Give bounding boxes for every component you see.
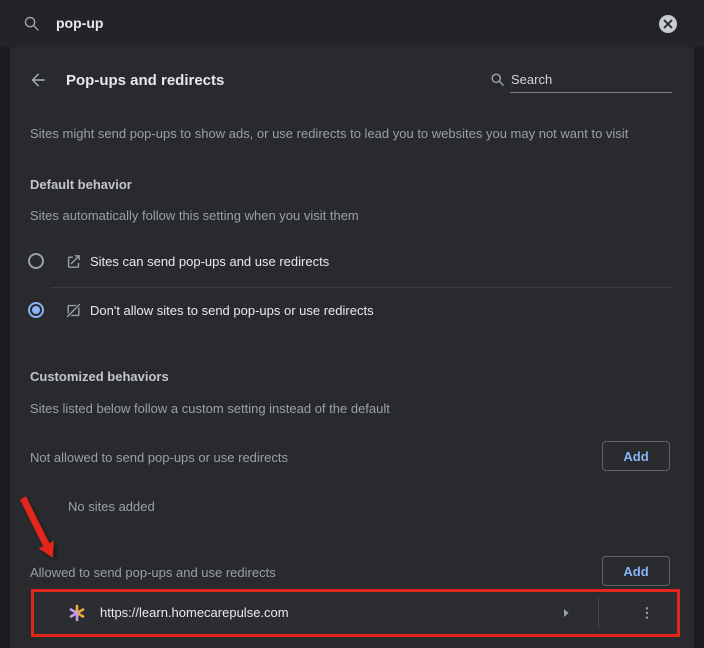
block-popup-icon <box>65 302 82 319</box>
settings-search-input[interactable] <box>54 11 614 35</box>
radio-dont-allow[interactable] <box>28 302 44 318</box>
site-row-separator <box>598 598 599 628</box>
option-divider <box>50 287 672 288</box>
option-allow-label[interactable]: Sites can send pop-ups and use redirects <box>90 254 329 269</box>
add-not-allowed-button[interactable]: Add <box>602 441 670 471</box>
page-title: Pop-ups and redirects <box>66 72 225 89</box>
open-in-new-icon <box>67 255 80 268</box>
settings-card: Pop-ups and redirects Search Sites might… <box>10 47 694 648</box>
site-favicon <box>69 604 85 622</box>
customized-behaviors-description: Sites listed below follow a custom setti… <box>30 401 390 416</box>
back-button[interactable] <box>28 70 48 90</box>
not-allowed-label: Not allowed to send pop-ups or use redir… <box>30 450 288 465</box>
radio-sites-can-send[interactable] <box>28 253 44 269</box>
clear-search-button[interactable] <box>659 15 677 33</box>
intro-text: Sites might send pop-ups to show ads, or… <box>30 126 629 141</box>
default-behavior-description: Sites automatically follow this setting … <box>30 208 359 223</box>
customized-behaviors-heading: Customized behaviors <box>30 369 169 384</box>
allowed-label: Allowed to send pop-ups and use redirect… <box>30 565 276 580</box>
option-block-label[interactable]: Don't allow sites to send pop-ups or use… <box>90 303 374 318</box>
page-search-underline <box>510 92 672 93</box>
close-icon <box>663 19 673 29</box>
site-more-button[interactable] <box>639 605 655 621</box>
page-search-icon <box>491 73 504 86</box>
add-allowed-button[interactable]: Add <box>602 556 670 586</box>
settings-search-bar <box>0 0 704 47</box>
default-behavior-heading: Default behavior <box>30 177 132 192</box>
no-sites-added-text: No sites added <box>68 499 155 514</box>
site-url: https://learn.homecarepulse.com <box>100 605 289 620</box>
expand-site-button[interactable] <box>558 605 574 621</box>
search-icon <box>24 16 39 31</box>
site-row[interactable]: https://learn.homecarepulse.com <box>34 592 677 634</box>
page-search-placeholder: Search <box>511 72 553 87</box>
